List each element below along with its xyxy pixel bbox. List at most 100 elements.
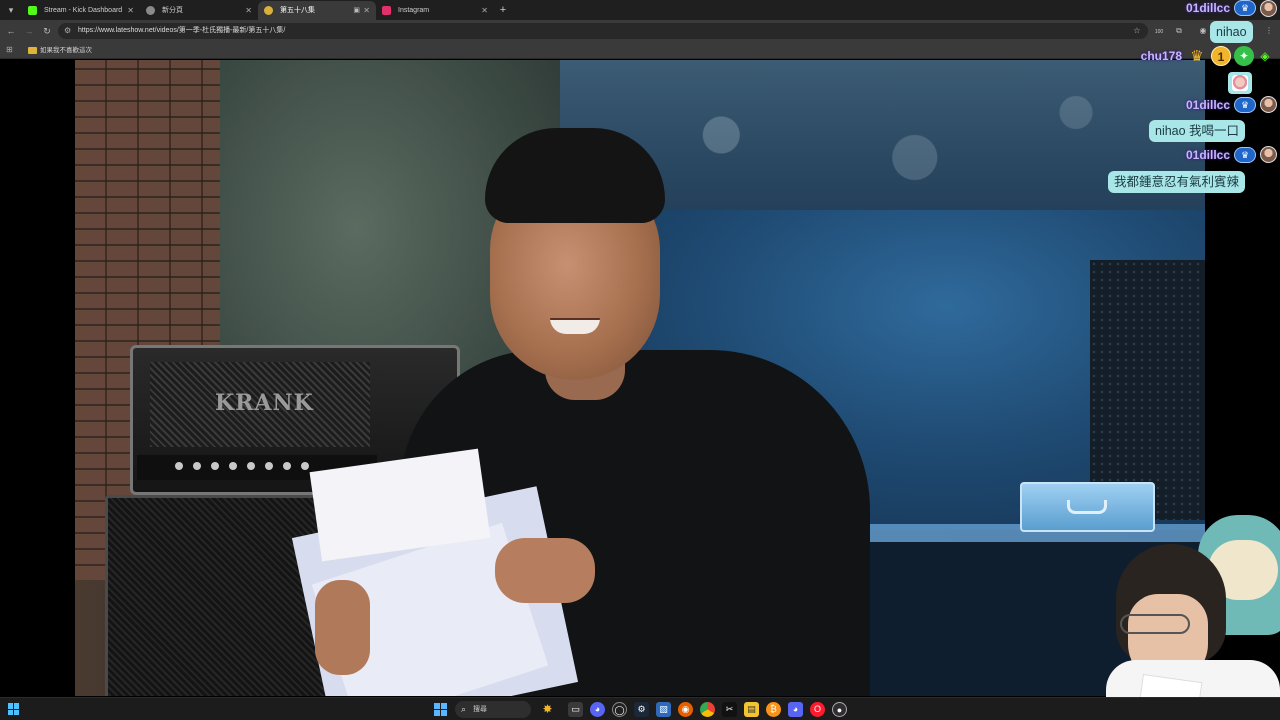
bookmark-folder-label: 如果我不喜歡這次 (40, 47, 92, 54)
forward-icon[interactable]: → (22, 24, 36, 38)
username-text: 01dillcc (1185, 98, 1230, 112)
video-player[interactable]: KRANK (75, 60, 1205, 696)
extension-badge: 100 (1154, 29, 1164, 35)
username-text: 01dillcc (1185, 148, 1230, 162)
amp-knob (175, 462, 183, 470)
opera-icon[interactable]: O (810, 702, 825, 717)
steam-icon[interactable]: ⚙ (634, 702, 649, 717)
amp-brand-logo: KRANK (215, 390, 314, 416)
tab-media-icon[interactable]: ▣ (353, 1, 360, 20)
apps-grid-icon[interactable]: ⊞ (6, 45, 16, 55)
amp-knob (265, 462, 273, 470)
explorer-icon[interactable]: ▤ (744, 702, 759, 717)
close-tab-icon[interactable]: ✕ (363, 1, 370, 20)
tab-title: Stream - Kick Dashboard (44, 7, 123, 14)
amp-knob (283, 462, 291, 470)
close-tab-icon[interactable]: ✕ (127, 1, 134, 20)
mod-badge-icon: ♛ (1234, 97, 1256, 113)
photos-icon[interactable]: ▧ (656, 702, 671, 717)
search-placeholder: 搜尋 (473, 706, 487, 713)
webcam-overlay (1106, 510, 1280, 698)
instagram-favicon-icon (382, 6, 391, 15)
streamer-glasses (1120, 614, 1190, 634)
chat-message-text: nihao (1216, 25, 1247, 39)
file-manager-icon[interactable]: ▭ (568, 702, 583, 717)
gem-badge-icon: ✦ (1234, 46, 1254, 66)
discord2-icon[interactable]: ◕ (788, 702, 803, 717)
app-icon[interactable]: ◯ (612, 702, 627, 717)
back-icon[interactable]: ← (4, 24, 18, 38)
rank-badge-icon: 1 (1211, 46, 1231, 66)
close-tab-icon[interactable]: ✕ (245, 1, 252, 20)
tab-title: 第五十八集 (280, 7, 315, 14)
presenter-left-hand (315, 580, 370, 675)
lateshow-favicon-icon (264, 6, 273, 15)
amp-knob (301, 462, 309, 470)
avatar (1260, 96, 1277, 113)
mod-badge-icon: ♛ (1234, 147, 1256, 163)
crown-badge-icon: ♛ (1190, 48, 1204, 65)
tab-search-icon[interactable]: ▾ (4, 3, 18, 17)
menu-kebab-icon[interactable]: ⋮ (1262, 24, 1276, 38)
discord-icon[interactable]: ◕ (590, 702, 605, 717)
start-menu-icon[interactable] (434, 703, 447, 716)
emote-icon (1232, 75, 1248, 91)
username-text: 01dillcc (1185, 1, 1230, 15)
mod-badge-icon: ♛ (1234, 0, 1256, 16)
presenter-right-hand (495, 538, 595, 603)
folder-icon (28, 47, 37, 54)
address-bar[interactable]: ⚙ https://www.lateshow.net/videos/第一季-杜氏… (58, 23, 1148, 39)
chat-message-bubble: 我都鍾意忍有氣利賓辣 (1108, 171, 1246, 193)
url-text: https://www.lateshow.net/videos/第一季-杜氏獨播… (78, 27, 286, 34)
amp-knob (247, 462, 255, 470)
chat-message-bubble: nihao (1210, 21, 1253, 43)
site-info-icon[interactable]: ⚙ (64, 23, 71, 39)
extension-icon[interactable]: 100 (1152, 24, 1166, 38)
bookmarks-bar: ⊞ 如果我不喜歡這次 (0, 42, 1280, 59)
bitcoin-icon[interactable]: ₿ (766, 702, 781, 717)
profile-icon[interactable]: ◉ (1196, 24, 1210, 38)
reload-icon[interactable]: ↻ (40, 24, 54, 38)
kick-favicon-icon (28, 6, 37, 15)
pegboard (1090, 260, 1205, 520)
new-tab-favicon-icon (146, 6, 155, 15)
amp-knob (211, 462, 219, 470)
avatar (1260, 146, 1277, 163)
bookmark-star-icon[interactable]: ☆ (1130, 24, 1144, 38)
tab-instagram[interactable]: Instagram ✕ (376, 1, 494, 20)
kick-badge-icon: ◈ (1260, 49, 1270, 63)
avatar (1260, 0, 1277, 17)
chat-username: chu178 (1120, 48, 1182, 66)
case-handle (1067, 500, 1107, 514)
rank-badge-text: 1 (1217, 50, 1225, 64)
windows-taskbar: ⌕ 搜尋 ✸ ▭ ◕ ◯ ⚙ ▧ ◉ ✂ ▤ ₿ ◕ O ● (0, 697, 1280, 720)
taskbar-search[interactable]: ⌕ 搜尋 (455, 701, 531, 718)
obs-icon[interactable]: ● (832, 702, 847, 717)
chat-message-text: 我都鍾意忍有氣利賓辣 (1114, 175, 1240, 189)
tab-title: Instagram (398, 7, 430, 14)
emote-bubble (1228, 72, 1252, 94)
close-tab-icon[interactable]: ✕ (481, 1, 488, 20)
tab-title: 新分頁 (162, 7, 183, 14)
chrome-icon[interactable] (700, 702, 715, 717)
browser-toolbar: ← → ↻ ⚙ https://www.lateshow.net/videos/… (0, 20, 1280, 42)
browser-tabstrip: ▾ Stream - Kick Dashboard ✕ 新分頁 ✕ 第五十八集 … (0, 0, 1280, 20)
amp-knob (193, 462, 201, 470)
bookmark-folder[interactable]: 如果我不喜歡這次 (28, 44, 92, 57)
search-icon: ⌕ (461, 704, 467, 714)
capcut-icon[interactable]: ✂ (722, 702, 737, 717)
tab-new-tab[interactable]: 新分頁 ✕ (140, 1, 258, 20)
chat-username: 01dillcc (1170, 147, 1230, 165)
chat-message-text: nihao 我喝一口 (1155, 124, 1240, 138)
extensions-puzzle-icon[interactable]: ⧉ (1172, 24, 1186, 38)
widgets-icon[interactable] (8, 703, 20, 715)
tab-episode[interactable]: 第五十八集 ▣ ✕ (258, 1, 376, 20)
firefox-icon[interactable]: ◉ (678, 702, 693, 717)
chat-username: 01dillcc (1170, 97, 1230, 115)
tab-kick-dashboard[interactable]: Stream - Kick Dashboard ✕ (22, 1, 140, 20)
amp-knob (229, 462, 237, 470)
game-icon[interactable]: ✸ (540, 702, 555, 717)
username-text: chu178 (1140, 49, 1182, 63)
new-tab-button[interactable]: + (496, 2, 510, 18)
chat-message-bubble: nihao 我喝一口 (1149, 120, 1246, 142)
